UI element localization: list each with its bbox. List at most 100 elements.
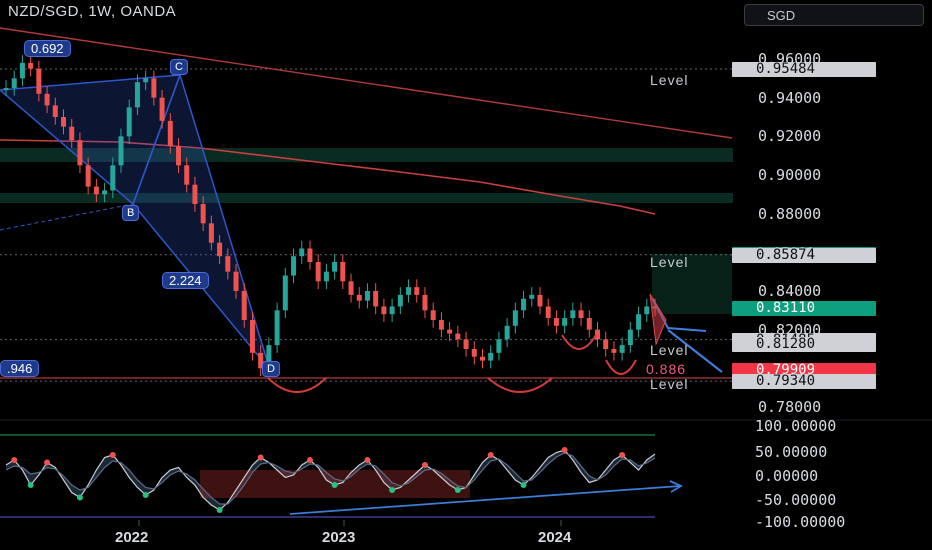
osc-tick: 100.00000: [755, 417, 837, 435]
chart-title: NZD/SGD, 1W, OANDA: [8, 3, 177, 20]
candle-body: [307, 248, 313, 262]
candle-body: [143, 78, 149, 83]
osc-trough-dot: [389, 487, 396, 493]
price-tick: 0.84000: [758, 281, 822, 300]
osc-trough-dot: [454, 487, 461, 493]
level-label: Level: [650, 376, 689, 392]
osc-peak-dot: [487, 452, 494, 458]
osc-peak-dot: [44, 459, 51, 466]
osc-tick: -50.00000: [755, 491, 837, 509]
candle-body: [414, 287, 420, 295]
candle-body: [340, 261, 346, 282]
osc-trough-dot: [216, 507, 223, 513]
candle-body: [537, 294, 543, 307]
candle-body: [529, 294, 535, 299]
candle-body: [356, 294, 362, 301]
candle-body: [570, 310, 576, 319]
price-tick: 0.78000: [758, 397, 822, 416]
candle-body: [77, 140, 83, 166]
candle-body: [562, 318, 568, 326]
price-tag: 0.79340: [732, 374, 876, 390]
candle-body: [578, 310, 584, 319]
osc-trough-dot: [76, 494, 83, 501]
level-label: Level: [650, 72, 689, 88]
candle-body: [184, 165, 190, 185]
candle-body: [496, 339, 502, 353]
level-label: Level: [650, 342, 689, 358]
price-tag: 0.83110: [732, 301, 876, 317]
candle-body: [118, 136, 124, 166]
bottom-arc-3: [605, 359, 637, 375]
candle-body: [44, 93, 50, 106]
candle-body: [627, 329, 633, 346]
candle-body: [397, 294, 403, 307]
price-tag: 0.95484: [732, 61, 876, 77]
pattern-point-D: D: [262, 361, 280, 377]
candle-body: [463, 339, 469, 349]
candle-body: [471, 348, 477, 357]
fib-label: 0.886: [646, 361, 687, 377]
candle-body: [274, 310, 280, 346]
candle-body: [126, 107, 132, 137]
candle-body: [192, 184, 198, 204]
candle-body: [545, 306, 551, 319]
candle-body: [282, 275, 288, 311]
candle-body: [364, 290, 370, 301]
candle-body: [644, 306, 650, 315]
osc-peak-dot: [306, 457, 313, 463]
candle-body: [521, 298, 527, 311]
level-label: Level: [650, 254, 689, 270]
candle-body: [208, 223, 214, 243]
candle-body: [619, 345, 625, 353]
candle-body: [225, 256, 231, 272]
candle-body: [373, 290, 379, 307]
candle-body: [430, 310, 436, 320]
osc-tick: -100.00000: [755, 513, 846, 531]
candle-body: [438, 319, 444, 330]
osc-peak-dot: [109, 452, 116, 458]
demand-zone: [0, 193, 733, 203]
candle-body: [52, 105, 58, 117]
osc-peak-dot: [619, 452, 626, 458]
candle-body: [315, 261, 321, 282]
pattern-xb-dash: [0, 203, 134, 231]
candle-body: [389, 306, 395, 315]
candle-body: [422, 294, 428, 311]
candle-body: [85, 165, 91, 187]
candle-body: [332, 261, 338, 272]
candle-body: [110, 165, 116, 191]
candle-body: [636, 314, 642, 330]
osc-tick: 50.00000: [755, 443, 828, 461]
candle-body: [151, 78, 157, 98]
osc-trough-dot: [27, 482, 34, 488]
currency-button[interactable]: SGD: [744, 4, 924, 26]
candle-body: [455, 333, 461, 340]
candle-body: [553, 318, 559, 326]
osc-trough-dot: [331, 482, 338, 488]
osc-trough-dot: [142, 492, 149, 498]
candle-body: [381, 306, 387, 315]
candle-body: [167, 120, 173, 146]
pattern-ratio: 2.224: [162, 272, 209, 289]
candle-body: [512, 310, 518, 326]
price-tick: 0.94000: [758, 88, 822, 107]
candle-body: [586, 318, 592, 330]
candle-body: [233, 271, 239, 291]
candle-body: [102, 190, 108, 195]
candle-body: [241, 290, 247, 320]
time-label: 2024: [538, 529, 572, 546]
candle-body: [594, 329, 600, 340]
osc-peak-dot: [421, 462, 428, 468]
candle-body: [3, 87, 9, 90]
time-label: 2023: [322, 529, 356, 546]
time-label: 2022: [115, 529, 149, 546]
price-tag: 0.85874: [732, 247, 876, 263]
candle-body: [69, 126, 75, 141]
osc-peak-dot: [257, 454, 264, 461]
candle-body: [291, 256, 297, 276]
candle-body: [93, 186, 99, 195]
price-tick: 0.92000: [758, 127, 822, 146]
pattern-point-C: C: [170, 59, 188, 75]
candle-body: [11, 78, 17, 88]
osc-peak-dot: [11, 457, 18, 463]
